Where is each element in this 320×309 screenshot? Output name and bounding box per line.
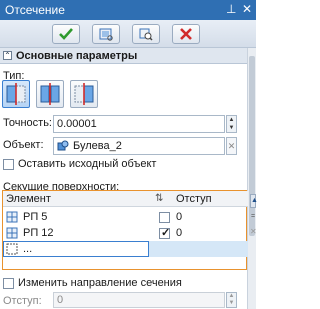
move-up-button[interactable]: ▲ (250, 194, 258, 208)
remove-button[interactable]: ✕ (250, 226, 257, 238)
cancel-button[interactable] (172, 24, 200, 44)
row-checkbox[interactable] (159, 226, 170, 239)
cut-both-icon (40, 83, 60, 105)
section-title: Основные параметры (16, 50, 138, 62)
type-cut-right-button[interactable] (70, 80, 98, 108)
object-value: Булева_2 (73, 140, 122, 152)
checkmark-icon (59, 28, 73, 40)
section-header-main[interactable]: ⌃ Основные параметры (0, 48, 247, 64)
offset-label: Отступ: (3, 295, 42, 307)
plane-icon (6, 227, 18, 239)
ok-button[interactable] (52, 24, 80, 44)
plane-icon (6, 211, 18, 223)
precision-field[interactable]: 0.00001 (53, 115, 225, 133)
dashed-plane-icon (6, 243, 18, 255)
type-cut-both-button[interactable] (36, 80, 64, 108)
sort-icon[interactable]: ⇅ (155, 193, 163, 204)
cut-left-icon (6, 83, 26, 105)
boolean-body-icon (57, 140, 69, 151)
pin-icon[interactable]: ⊥ (226, 2, 236, 16)
preview-icon (99, 28, 113, 41)
object-field[interactable]: Булева_2 (53, 137, 225, 155)
clear-object-button[interactable]: ✕ (226, 137, 237, 155)
preview-button[interactable] (92, 24, 120, 44)
table-row[interactable]: РП 12 0 (3, 225, 248, 241)
row-name: РП 5 (23, 211, 48, 223)
zoom-icon (139, 28, 153, 41)
close-icon[interactable]: ✕ (242, 2, 252, 16)
keep-original-label: Оставить исходный объект (18, 158, 157, 170)
col-element-header: Элемент (6, 193, 51, 205)
cut-right-icon (74, 83, 94, 105)
keep-original-checkbox[interactable] (3, 159, 14, 170)
table-row-new[interactable]: ... (3, 241, 248, 257)
offset-field[interactable]: 0 (53, 292, 225, 308)
table-row[interactable]: РП 5 0 (3, 209, 248, 225)
row-offset[interactable]: 0 (176, 211, 182, 223)
toolbar (0, 20, 256, 48)
exclude-button[interactable]: = (250, 211, 256, 223)
flip-direction-checkbox[interactable] (3, 278, 14, 289)
panel-titlebar: Отсечение ⊥ ✕ (0, 0, 256, 20)
precision-stepper[interactable]: ▲ ▼ (226, 115, 237, 133)
object-label: Объект: (3, 139, 44, 151)
row-checkbox[interactable] (159, 212, 170, 223)
offset-value: 0 (57, 294, 64, 306)
offset-stepper[interactable]: ▲ ▼ (226, 292, 237, 308)
zoom-preview-button[interactable] (132, 24, 160, 44)
cross-icon (180, 28, 192, 40)
scrollbar-thumb[interactable] (249, 56, 255, 236)
flip-direction-label: Изменить направление сечения (18, 277, 182, 289)
surfaces-table: Элемент ⇅ Отступ РП 5 0 РП 12 0 ... (2, 190, 248, 270)
row-name: РП 12 (23, 227, 54, 239)
precision-value: 0.00001 (57, 118, 97, 130)
collapse-icon[interactable]: ⌃ (3, 51, 12, 60)
row-name: ... (23, 243, 33, 255)
panel-title: Отсечение (5, 3, 65, 17)
row-offset[interactable]: 0 (176, 227, 182, 239)
col-offset-header: Отступ (176, 193, 212, 205)
new-row-cell[interactable]: ... (3, 241, 149, 257)
vertical-scrollbar[interactable] (247, 48, 256, 309)
type-cut-left-button[interactable] (2, 80, 30, 108)
precision-label: Точность: (3, 117, 52, 129)
table-header: Элемент ⇅ Отступ (3, 191, 248, 207)
